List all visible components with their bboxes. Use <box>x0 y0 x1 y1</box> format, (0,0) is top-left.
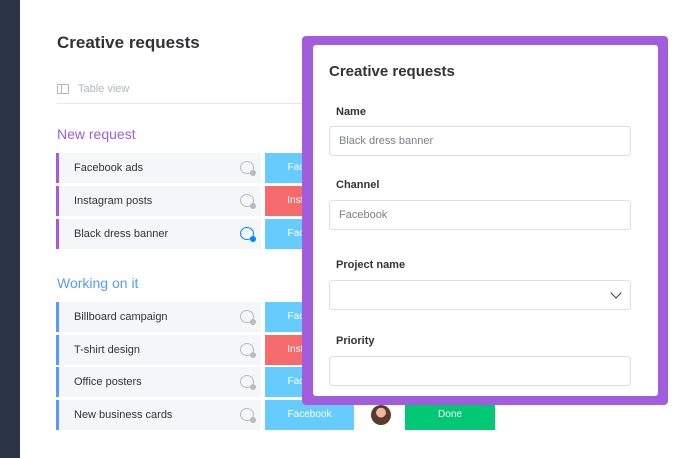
updates-icon[interactable] <box>240 408 256 423</box>
channel-field-placeholder: Facebook <box>339 209 388 221</box>
item-name: T-shirt design <box>74 344 141 356</box>
item-name: Black dress banner <box>74 228 169 240</box>
item-name-cell[interactable]: New business cards <box>56 400 261 430</box>
updates-icon[interactable] <box>240 310 256 325</box>
channel-field[interactable]: Facebook <box>329 200 631 230</box>
name-field[interactable]: Black dress banner <box>329 126 631 156</box>
priority-field-label: Priority <box>336 335 375 347</box>
avatar[interactable] <box>371 405 391 425</box>
form-modal: Creative requests Name Black dress banne… <box>313 45 658 396</box>
board-title: Creative requests <box>57 33 200 52</box>
group-title-new-request[interactable]: New request <box>57 126 136 142</box>
view-label: Table view <box>78 83 130 95</box>
group-title-working-on-it[interactable]: Working on it <box>57 275 138 291</box>
item-name-cell[interactable]: T-shirt design <box>56 335 261 365</box>
updates-icon-active[interactable] <box>240 227 256 242</box>
table-view-icon <box>57 84 69 94</box>
item-name: Office posters <box>74 376 142 388</box>
item-name: Instagram posts <box>74 195 153 207</box>
left-sidebar-rail <box>0 0 20 458</box>
item-name-cell[interactable]: Black dress banner <box>56 219 261 249</box>
project-name-label: Project name <box>336 259 406 271</box>
channel-field-label: Channel <box>336 179 380 191</box>
updates-icon[interactable] <box>240 194 256 209</box>
name-field-label: Name <box>336 106 366 118</box>
updates-icon[interactable] <box>240 375 256 390</box>
name-field-placeholder: Black dress banner <box>339 135 434 147</box>
item-name: New business cards <box>74 409 173 421</box>
item-name-cell[interactable]: Instagram posts <box>56 186 261 216</box>
item-name-cell[interactable]: Billboard campaign <box>56 302 261 332</box>
priority-field[interactable] <box>329 356 631 386</box>
item-name-cell[interactable]: Facebook ads <box>56 153 261 183</box>
item-name: Billboard campaign <box>74 311 168 323</box>
modal-title: Creative requests <box>329 63 455 80</box>
item-name-cell[interactable]: Office posters <box>56 367 261 397</box>
updates-icon[interactable] <box>240 343 256 358</box>
form-modal-frame: Creative requests Name Black dress banne… <box>302 36 668 405</box>
chevron-down-icon[interactable] <box>610 287 622 299</box>
item-name: Facebook ads <box>74 162 144 174</box>
project-name-select[interactable] <box>329 280 631 310</box>
updates-icon[interactable] <box>240 161 256 176</box>
